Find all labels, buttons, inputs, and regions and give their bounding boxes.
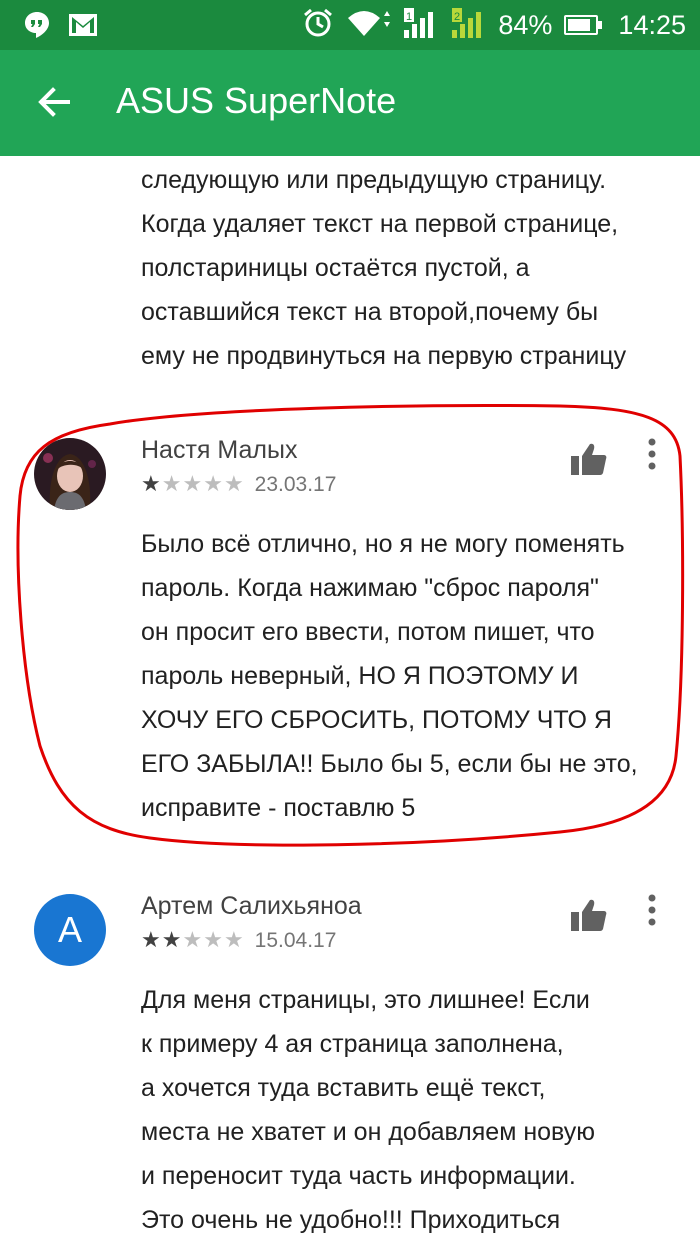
review-line: Это очень не удобно!!! Приходиться — [141, 1206, 561, 1234]
review-text: Было всё отлично, но я не могу поменять … — [141, 522, 681, 830]
app-bar: ASUS SuperNote — [0, 50, 700, 156]
avatar — [34, 438, 106, 510]
svg-text:1: 1 — [406, 11, 412, 23]
review-date: 15.04.17 — [254, 929, 337, 952]
review-line: Для меня страницы, это лишнее! Если — [141, 986, 590, 1014]
review-author: Артем Салихьяноа — [141, 892, 362, 920]
review-line: места не хватет и он добавляем новую — [141, 1118, 596, 1146]
gmail-icon — [68, 13, 98, 42]
signal-sim1-icon: 1 — [402, 6, 438, 45]
app-title: ASUS SuperNote — [116, 80, 397, 121]
review-line: оставшийся текст на второй,почему бы — [141, 298, 599, 326]
battery-icon — [564, 15, 603, 35]
status-bar: 1 2 84% 14:25 — [0, 0, 700, 50]
thumbs-up-icon[interactable] — [570, 898, 608, 932]
back-arrow-icon[interactable] — [34, 82, 74, 122]
review-line: он просит его ввести, потом пишет, что — [141, 618, 595, 646]
review-line: следующую или предыдущую страницу. — [141, 166, 607, 194]
review-line: ему не продвинуться на первую страницу — [141, 342, 627, 370]
review-line: а хочется туда вставить ещё текст, — [141, 1074, 546, 1102]
review-date: 23.03.17 — [254, 473, 337, 496]
review-line: пароль. Когда нажимаю "сброс пароля" — [141, 574, 599, 602]
wifi-icon — [346, 8, 391, 43]
alarm-icon — [302, 7, 334, 44]
reviews-list[interactable]: следующую или предыдущую страницу. Когда… — [0, 156, 700, 1244]
star-rating: ★★★★★ 23.03.17 — [141, 471, 337, 496]
review-line: ХОЧУ ЕГО СБРОСИТЬ, ПОТОМУ ЧТО Я — [141, 706, 612, 734]
review-text: Для меня страницы, это лишнее! Если к пр… — [141, 978, 681, 1242]
review-line: пароль неверный, НО Я ПОЭТОМУ И — [141, 662, 579, 690]
review-line: Было всё отлично, но я не могу поменять — [141, 530, 625, 558]
review-line: и переносит туда часть информации. — [141, 1162, 576, 1190]
review-line: Когда удаляет текст на первой странице, — [141, 210, 619, 238]
review-author: Настя Малых — [141, 436, 298, 464]
review-line: исправите - поставлю 5 — [141, 794, 416, 822]
svg-text:2: 2 — [454, 11, 460, 23]
more-vert-icon[interactable] — [640, 436, 664, 472]
thumbs-up-icon[interactable] — [570, 442, 608, 476]
signal-sim2-icon: 2 — [450, 6, 486, 45]
star-rating: ★★★★★ 15.04.17 — [141, 927, 337, 952]
review-line: ЕГО ЗАБЫЛА!! Было бы 5, если бы не это, — [141, 750, 638, 778]
avatar: А — [34, 894, 106, 966]
previous-review-text: следующую или предыдущую страницу. Когда… — [141, 158, 681, 378]
more-vert-icon[interactable] — [640, 892, 664, 928]
clock: 14:25 — [618, 9, 686, 40]
review-line: к примеру 4 ая страница заполнена, — [141, 1030, 564, 1058]
battery-percent: 84% — [498, 9, 553, 40]
hangouts-icon — [22, 10, 52, 45]
review-line: полстариницы остаётся пустой, а — [141, 254, 530, 282]
